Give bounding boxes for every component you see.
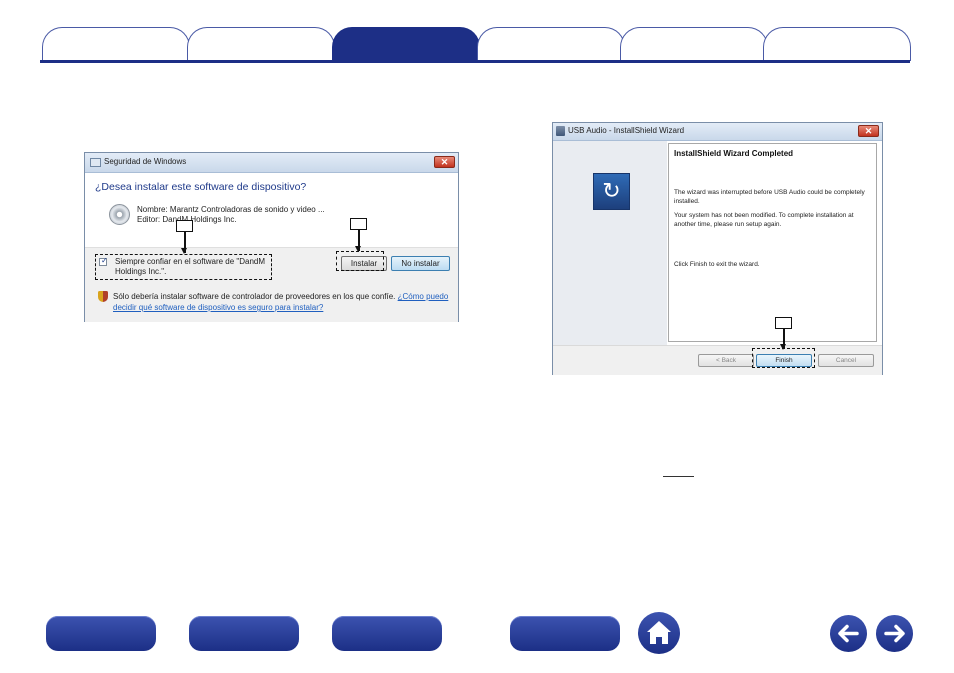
warning-text: Sólo debería instalar software de contro… <box>113 292 449 312</box>
close-button[interactable]: ✕ <box>434 156 455 168</box>
callout-box-checkbox <box>176 220 193 232</box>
dialog-title: Seguridad de Windows <box>104 157 187 166</box>
dont-install-button[interactable]: No instalar <box>391 256 450 271</box>
tab-5[interactable] <box>620 27 768 61</box>
text-underline-mark <box>663 476 694 477</box>
dialog-title-bar: Seguridad de Windows ✕ <box>85 153 458 173</box>
tab-6[interactable] <box>763 27 911 61</box>
back-nav-button[interactable] <box>830 615 867 652</box>
callout-box-finish <box>775 317 792 329</box>
installshield-wizard-dialog: USB Audio - InstallShield Wizard ✕ ↻ Ins… <box>552 122 883 375</box>
install-question: ¿Desea instalar este software de disposi… <box>95 181 307 193</box>
wizard-side-panel: ↻ <box>553 141 667 345</box>
nav-button-3[interactable] <box>332 616 442 651</box>
tab-4[interactable] <box>477 27 625 61</box>
tab-rule <box>40 60 910 63</box>
home-icon <box>647 621 671 644</box>
callout-frame-finish <box>752 348 815 368</box>
nav-button-4[interactable] <box>510 616 620 651</box>
callout-frame-install <box>336 251 384 271</box>
wizard-button-bar: < Back Finish Cancel <box>553 345 882 375</box>
nav-button-2[interactable] <box>189 616 299 651</box>
nav-button-1[interactable] <box>46 616 156 651</box>
tab-1[interactable] <box>42 27 190 61</box>
callout-arrow-checkbox <box>181 232 187 254</box>
wizard-content-panel: InstallShield Wizard Completed The wizar… <box>668 143 877 342</box>
wizard-message-1: The wizard was interrupted before USB Au… <box>674 189 865 205</box>
wizard-title: USB Audio - InstallShield Wizard <box>568 126 685 135</box>
tab-2[interactable] <box>187 27 335 61</box>
wizard-message-3: Click Finish to exit the wizard. <box>674 261 760 268</box>
window-icon <box>90 158 101 167</box>
windows-security-dialog: Seguridad de Windows ✕ ¿Desea instalar e… <box>84 152 459 322</box>
tab-3-active[interactable] <box>332 27 480 61</box>
arrow-left-icon <box>838 624 859 643</box>
callout-arrow-install <box>355 230 361 252</box>
arrow-right-icon <box>884 624 905 643</box>
home-button[interactable] <box>638 612 680 654</box>
back-button[interactable]: < Back <box>698 354 754 367</box>
installshield-logo-icon: ↻ <box>593 173 630 210</box>
callout-arrow-finish <box>780 329 786 350</box>
wizard-close-button[interactable]: ✕ <box>858 125 879 137</box>
callout-frame-checkbox <box>95 254 272 280</box>
wizard-message-2: Your system has not been modified. To co… <box>674 212 854 228</box>
driver-name: Nombre: Marantz Controladoras de sonido … <box>137 205 325 214</box>
forward-nav-button[interactable] <box>876 615 913 652</box>
setup-icon <box>556 126 565 136</box>
callout-box-install <box>350 218 367 230</box>
shield-icon <box>98 291 108 302</box>
cancel-button[interactable]: Cancel <box>818 354 874 367</box>
wizard-heading: InstallShield Wizard Completed <box>674 149 794 158</box>
disc-icon <box>109 204 130 225</box>
wizard-title-bar: USB Audio - InstallShield Wizard ✕ <box>553 123 882 141</box>
